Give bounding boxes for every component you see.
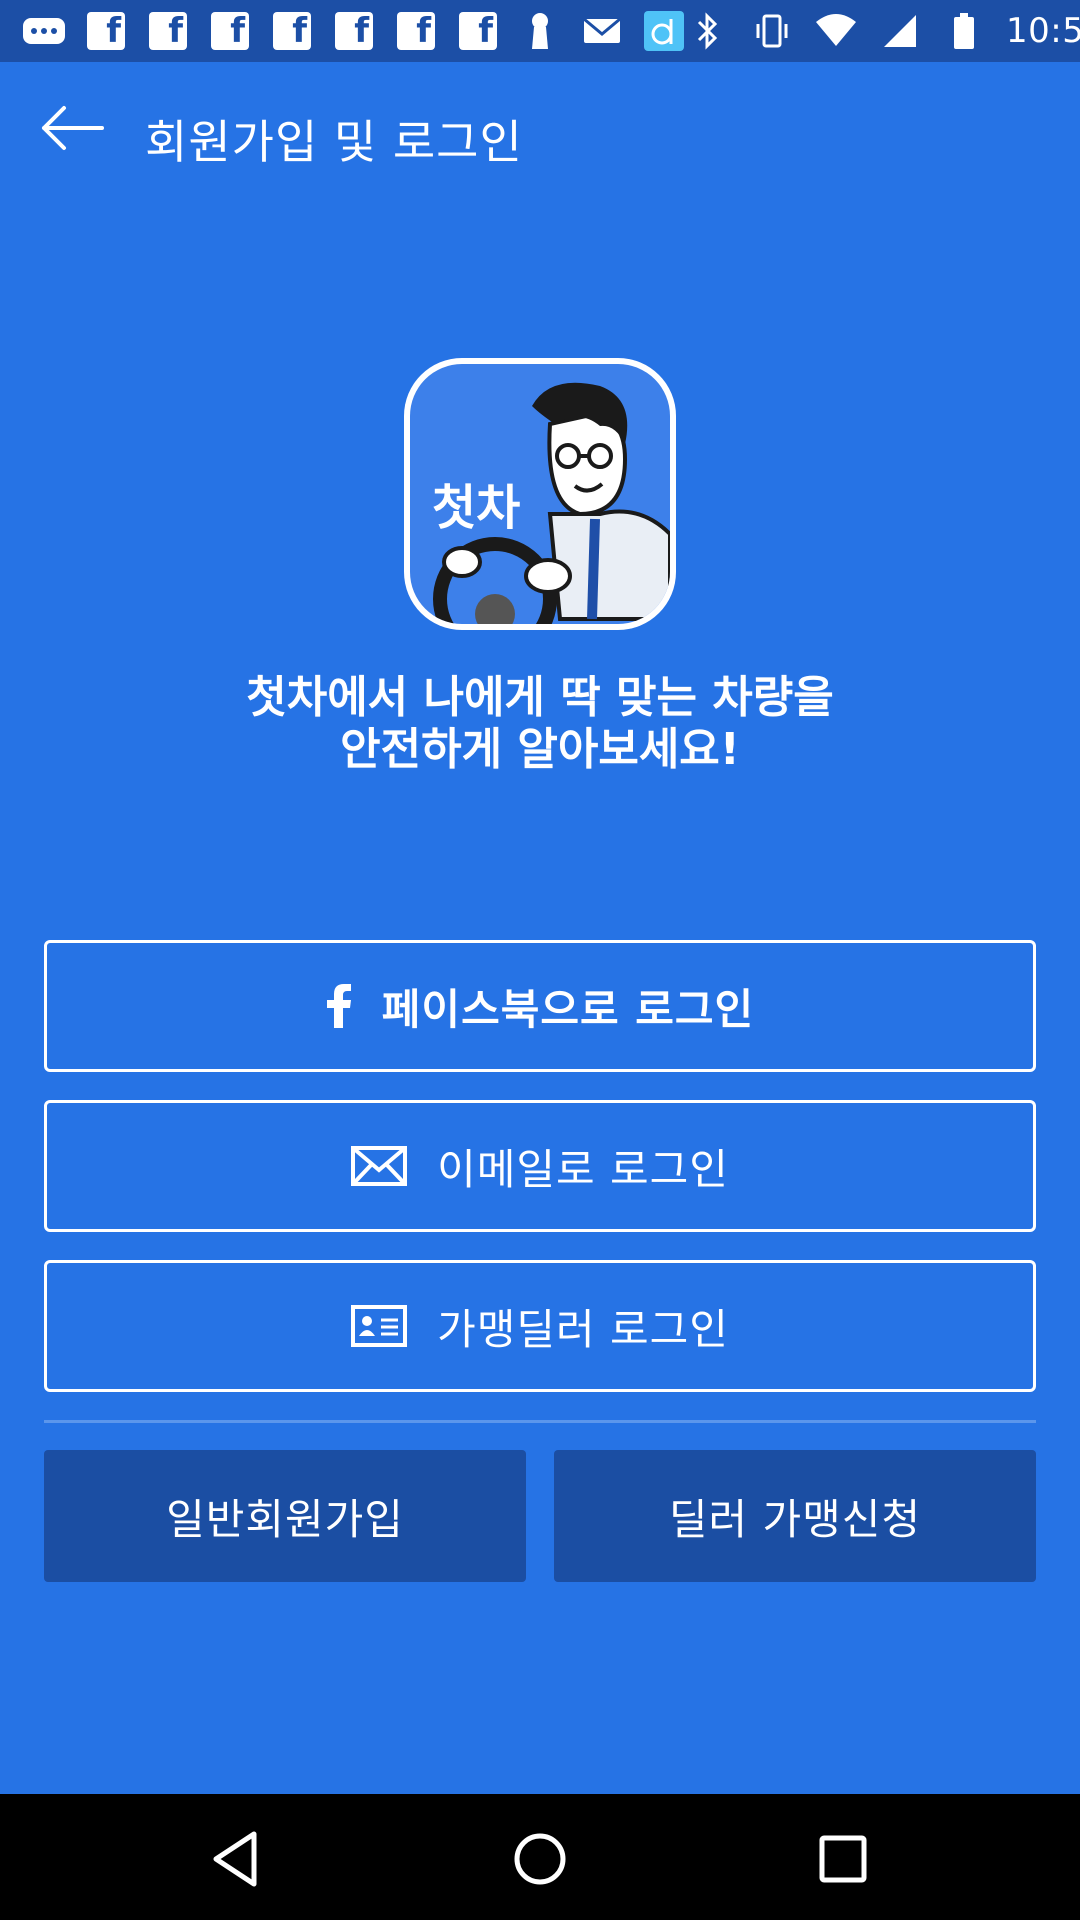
signal-icon: [878, 11, 922, 51]
facebook-icon: f: [84, 11, 128, 51]
status-time: 10:52: [1006, 11, 1080, 51]
dealer-login-button[interactable]: 가맹딜러 로그인: [44, 1260, 1036, 1392]
back-button[interactable]: [36, 102, 108, 154]
navigation-bar: [0, 1794, 1080, 1920]
facebook-icon: f: [146, 11, 190, 51]
d-app-icon: [642, 11, 686, 51]
tagline-line-1: 첫차에서 나에게 딱 맞는 차량을: [246, 672, 834, 723]
email-login-label: 이메일로 로그인: [437, 1144, 729, 1194]
notification-icons: f f f f f f f: [22, 11, 686, 51]
status-bar: f f f f f f f 10:52: [0, 0, 1080, 62]
facebook-icon: f: [332, 11, 376, 51]
mail-icon: [580, 11, 624, 51]
logo-text: 첫차: [432, 480, 521, 536]
dealer-signup-button[interactable]: 딜러 가맹신청: [554, 1450, 1036, 1582]
square-recent-icon: [819, 1835, 867, 1883]
keyhole-icon: [518, 11, 562, 51]
nav-back-button[interactable]: [204, 1824, 274, 1894]
id-card-icon: [351, 1305, 408, 1347]
facebook-login-button[interactable]: 페이스북으로 로그인: [44, 940, 1036, 1072]
wifi-icon: [814, 11, 858, 51]
tagline-line-2: 안전하게 알아보세요!: [340, 724, 740, 775]
bluetooth-icon: [686, 11, 730, 51]
triangle-back-icon: [213, 1831, 257, 1887]
facebook-icon: [326, 984, 351, 1028]
nav-home-button[interactable]: [505, 1824, 575, 1894]
facebook-login-label: 페이스북으로 로그인: [381, 984, 755, 1034]
app-logo: 첫차: [404, 358, 676, 630]
app-bar: 회원가입 및 로그인: [0, 62, 1080, 212]
divider: [44, 1420, 1036, 1423]
tagline: 첫차에서 나에게 딱 맞는 차량을 안전하게 알아보세요!: [0, 672, 1080, 776]
mail-icon: [351, 1146, 408, 1186]
arrow-left-icon: [42, 106, 104, 150]
circle-home-icon: [514, 1833, 566, 1885]
dealer-login-label: 가맹딜러 로그인: [437, 1304, 729, 1354]
facebook-icon: f: [456, 11, 500, 51]
email-login-button[interactable]: 이메일로 로그인: [44, 1100, 1036, 1232]
battery-icon: [942, 11, 986, 51]
page-title: 회원가입 및 로그인: [145, 115, 523, 169]
facebook-icon: f: [394, 11, 438, 51]
facebook-icon: f: [208, 11, 252, 51]
facebook-icon: f: [270, 11, 314, 51]
nav-recent-button[interactable]: [808, 1824, 878, 1894]
more-icon: [22, 11, 66, 51]
vibrate-icon: [750, 11, 794, 51]
general-signup-button[interactable]: 일반회원가입: [44, 1450, 526, 1582]
